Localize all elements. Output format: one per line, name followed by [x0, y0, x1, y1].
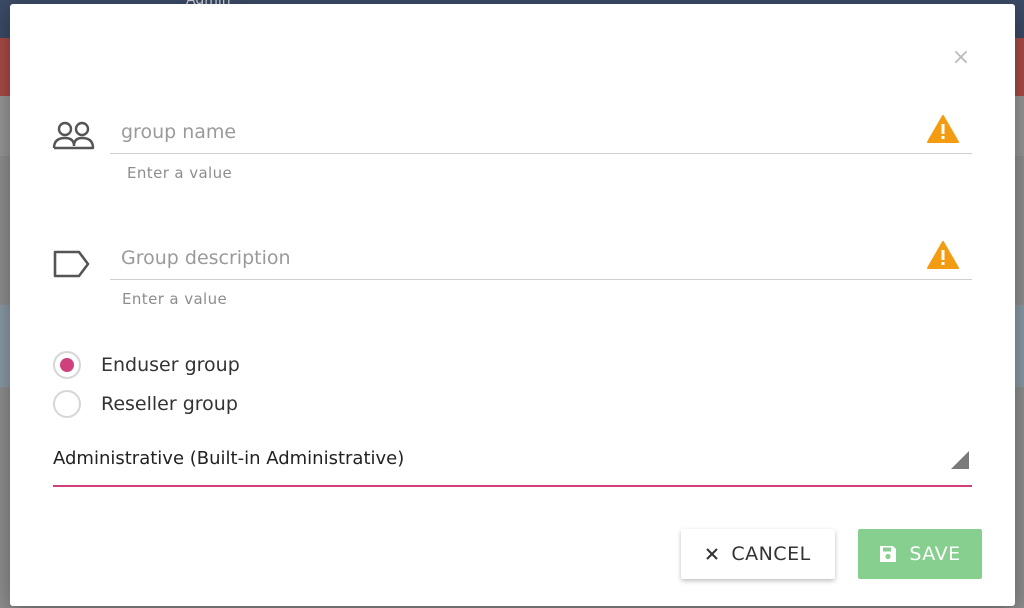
tag-icon	[53, 250, 90, 278]
warning-icon	[927, 115, 959, 143]
group-name-input[interactable]	[110, 110, 972, 154]
create-group-dialog: × Enter a value Enter a value	[10, 4, 1015, 606]
dropdown-arrow-icon[interactable]	[950, 450, 970, 470]
warning-icon	[927, 241, 959, 269]
role-select[interactable]: Administrative (Built-in Administrative)	[53, 438, 972, 487]
radio-enduser-group[interactable]: Enduser group	[53, 349, 240, 381]
role-select-value: Administrative (Built-in Administrative)	[53, 448, 405, 469]
radio-button[interactable]	[53, 390, 81, 418]
radio-label-enduser: Enduser group	[101, 354, 240, 376]
close-icon	[705, 547, 719, 561]
group-name-helper: Enter a value	[127, 164, 233, 182]
cancel-button-label: CANCEL	[731, 543, 811, 565]
save-button[interactable]: SAVE	[858, 529, 982, 579]
radio-selected-dot	[60, 358, 74, 372]
save-button-label: SAVE	[909, 543, 961, 565]
close-icon[interactable]: ×	[951, 47, 971, 69]
radio-button-selected[interactable]	[53, 351, 81, 379]
radio-reseller-group[interactable]: Reseller group	[53, 388, 238, 420]
save-icon	[879, 545, 897, 563]
group-description-helper: Enter a value	[122, 290, 228, 308]
group-description-input[interactable]	[110, 236, 972, 280]
radio-label-reseller: Reseller group	[101, 393, 238, 415]
group-icon	[52, 121, 95, 150]
cancel-button[interactable]: CANCEL	[681, 529, 835, 579]
